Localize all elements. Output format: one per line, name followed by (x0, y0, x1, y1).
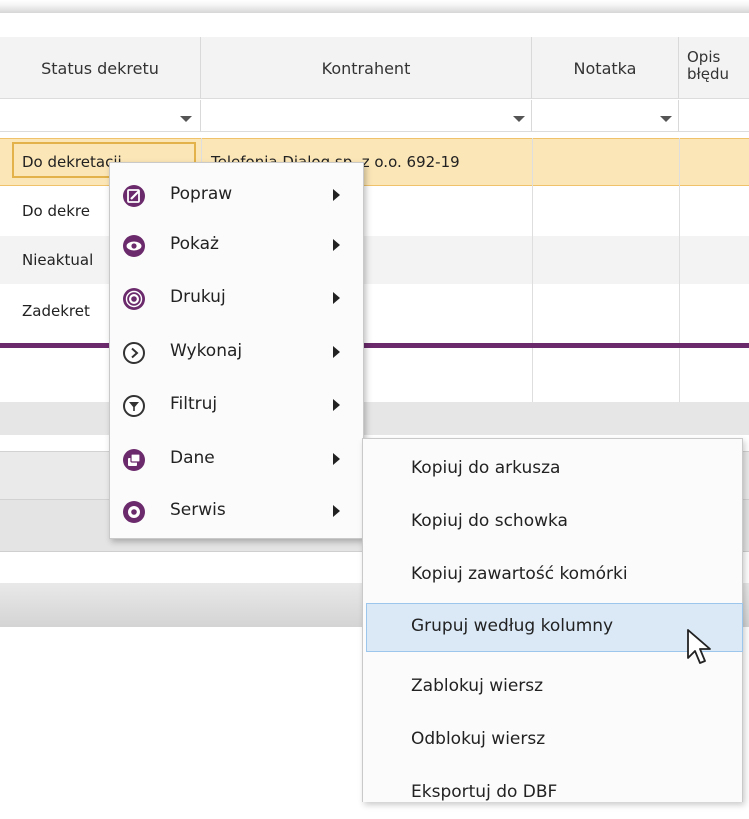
submenu-item-odblokuj-wiersz[interactable]: Odblokuj wiersz (363, 714, 742, 766)
menu-item-drukuj[interactable]: Drukuj (110, 274, 363, 324)
submenu-item-label: Kopiuj zawartość komórki (411, 564, 628, 584)
chevron-down-icon[interactable] (180, 116, 192, 122)
submenu-item-label: Kopiuj do schowka (411, 511, 568, 531)
submenu-arrow-icon (333, 292, 340, 304)
submenu-item-label: Grupuj według kolumny (411, 616, 614, 636)
menu-item-label: Drukuj (170, 287, 226, 307)
menu-item-filtruj[interactable]: Filtruj (110, 381, 363, 431)
chevron-down-icon[interactable] (660, 116, 672, 122)
play-icon (123, 342, 145, 364)
menu-item-serwis[interactable]: Serwis (110, 487, 363, 537)
chevron-down-icon[interactable] (513, 116, 525, 122)
menu-item-dane[interactable]: Dane (110, 435, 363, 485)
column-header-opis-bledu[interactable]: Opis błędu (679, 37, 749, 99)
filter-icon (123, 395, 145, 417)
column-divider (532, 138, 533, 402)
submenu-arrow-icon (333, 505, 340, 517)
filter-kontrahent[interactable] (201, 100, 532, 132)
column-header-status[interactable]: Status dekretu (0, 37, 201, 99)
submenu-arrow-icon (333, 189, 340, 201)
mouse-cursor-icon (687, 629, 711, 664)
eye-icon (123, 235, 145, 257)
gear-icon (123, 501, 145, 523)
menu-item-label: Popraw (170, 184, 233, 204)
submenu-item-kopiuj-do-schowka[interactable]: Kopiuj do schowka (363, 496, 742, 548)
column-header-status-label: Status dekretu (41, 58, 159, 78)
submenu-item-label: Zablokuj wiersz (411, 676, 544, 696)
submenu-item-label: Kopiuj do arkusza (411, 458, 561, 478)
menu-item-wykonaj[interactable]: Wykonaj (110, 328, 363, 378)
database-icon (123, 449, 145, 471)
submenu-arrow-icon (333, 399, 340, 411)
filter-status[interactable] (0, 100, 201, 132)
menu-item-pokaz[interactable]: Pokaż (110, 221, 363, 271)
submenu-item-zablokuj-wiersz[interactable]: Zablokuj wiersz (363, 661, 742, 713)
submenu-item-kopiuj-zawartosc-komorki[interactable]: Kopiuj zawartość komórki (363, 549, 742, 601)
column-header-notatka-label: Notatka (573, 58, 637, 78)
context-menu: Popraw Pokaż Drukuj Wykonaj Filtruj Dane… (109, 162, 364, 539)
filter-notatka[interactable] (532, 100, 679, 132)
submenu-item-kopiuj-do-arkusza[interactable]: Kopiuj do arkusza (363, 443, 742, 495)
menu-item-label: Serwis (170, 500, 226, 520)
filter-opis-bledu[interactable] (679, 100, 749, 132)
menu-item-label: Wykonaj (170, 341, 243, 361)
column-header-notatka[interactable]: Notatka (532, 37, 679, 99)
column-divider (679, 138, 680, 402)
menu-item-label: Pokaż (170, 234, 219, 254)
submenu-dane: Kopiuj do arkusza Kopiuj do schowka Kopi… (362, 438, 743, 802)
edit-icon (123, 185, 145, 207)
menu-item-label: Filtruj (170, 394, 218, 414)
submenu-item-label: Eksportuj do DBF (411, 782, 558, 802)
submenu-arrow-icon (333, 239, 340, 251)
column-header-kontrahent-label: Kontrahent (321, 58, 411, 78)
menu-item-label: Dane (170, 448, 215, 468)
column-header-opis-bledu-label: Opis błędu (687, 48, 730, 83)
submenu-arrow-icon (333, 346, 340, 358)
menu-item-popraw[interactable]: Popraw (110, 171, 363, 221)
print-icon (123, 288, 145, 310)
submenu-item-eksportuj-do-dbf[interactable]: Eksportuj do DBF (363, 767, 742, 819)
submenu-arrow-icon (333, 453, 340, 465)
column-header-kontrahent[interactable]: Kontrahent (201, 37, 532, 99)
submenu-item-label: Odblokuj wiersz (411, 729, 546, 749)
window-top-edge (0, 0, 749, 13)
